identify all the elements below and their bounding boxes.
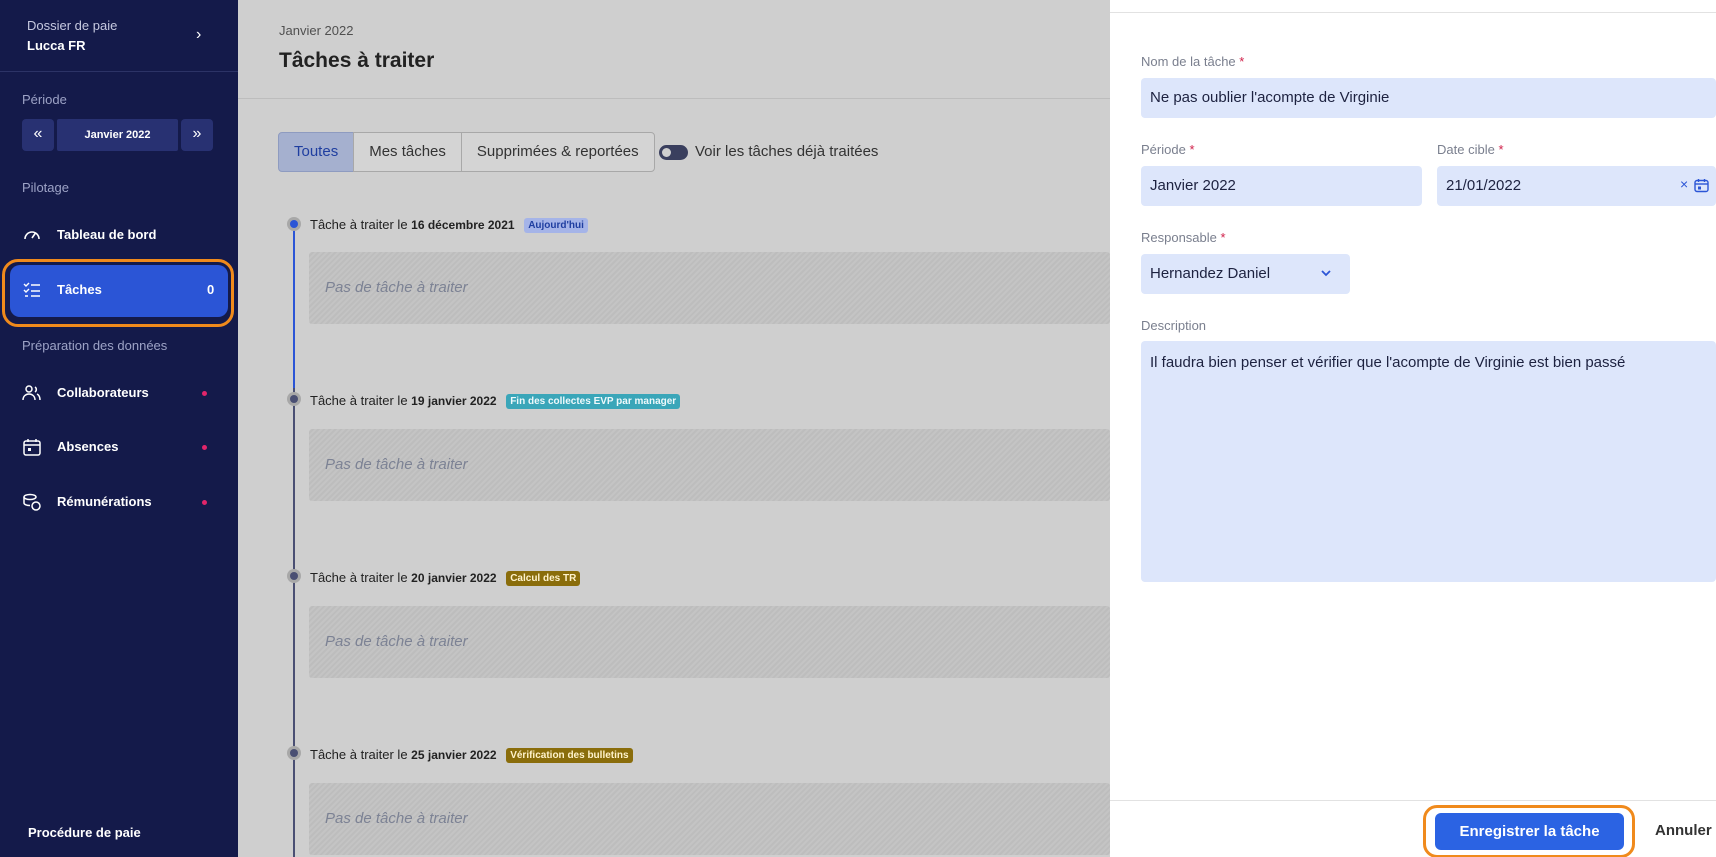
dossier-selector[interactable]: Dossier de paie Lucca FR › [0, 0, 238, 72]
empty-state-text: Pas de tâche à traiter [325, 456, 468, 473]
filter-tabs: Toutes Mes tâches Supprimées & reportées [278, 132, 655, 172]
task-name-label: Nom de la tâche * [1141, 54, 1245, 69]
timeline-dot [287, 392, 301, 406]
period-value: Janvier 2022 [1150, 177, 1236, 194]
page-title: Tâches à traiter [279, 49, 435, 72]
double-chevron-right-icon[interactable]: » [181, 119, 213, 151]
owner-value: Hernandez Daniel [1150, 265, 1271, 282]
dossier-name: Lucca FR [27, 38, 86, 53]
show-done-toggle[interactable] [659, 145, 688, 160]
timeline-date: 16 décembre 2021 [411, 218, 515, 232]
status-badge: Aujourd'hui [524, 218, 588, 233]
target-date-label: Date cible * [1437, 142, 1504, 157]
save-task-button[interactable]: Enregistrer la tâche [1435, 813, 1624, 850]
close-icon[interactable]: × [1680, 176, 1688, 192]
tab-supprimees[interactable]: Supprimées & reportées [460, 132, 655, 172]
nav-label-remunerations: Rémunérations [57, 494, 152, 509]
task-name-value: Ne pas oublier l'acompte de Virginie [1150, 89, 1390, 106]
status-badge: Fin des collectes EVP par manager [506, 394, 681, 409]
tasks-highlight-ring [2, 259, 234, 327]
nav-label-dashboard: Tableau de bord [57, 227, 157, 242]
nav-item-dashboard[interactable]: Tableau de bord [10, 210, 228, 262]
double-chevron-left-icon[interactable]: « [22, 119, 54, 151]
empty-state-text: Pas de tâche à traiter [325, 633, 468, 650]
timeline-date: 25 janvier 2022 [411, 748, 497, 762]
calendar-icon [23, 439, 41, 456]
cancel-button[interactable]: Annuler [1655, 822, 1712, 839]
nav-item-remunerations[interactable]: Rémunérations [10, 477, 228, 529]
description-textarea[interactable]: Il faudra bien penser et vérifier que l'… [1141, 341, 1716, 582]
pilotage-section-label: Pilotage [22, 180, 69, 195]
task-edit-panel: Nom de la tâche * Ne pas oublier l'acomp… [1110, 0, 1716, 857]
list-item: Pas de tâche à traiter [309, 252, 1110, 324]
timeline-dot [287, 746, 301, 760]
list-item: Pas de tâche à traiter [309, 429, 1110, 501]
list-item: Pas de tâche à traiter [309, 783, 1110, 855]
chevron-down-icon [1321, 270, 1331, 277]
period-selector: « Janvier 2022 » [22, 119, 213, 151]
timeline-header: Tâche à traiter le 19 janvier 2022 Fin d… [310, 393, 681, 409]
description-label: Description [1141, 318, 1207, 333]
chevron-right-icon[interactable]: › [196, 26, 201, 44]
nav-item-collaborateurs[interactable]: Collaborateurs [10, 368, 228, 420]
calendar-icon[interactable] [1694, 178, 1709, 193]
page-subtitle: Janvier 2022 [279, 23, 354, 38]
preparation-section-label: Préparation des données [22, 338, 168, 353]
periode-section-label: Période [22, 92, 67, 107]
timeline-header: Tâche à traiter le 20 janvier 2022 Calcu… [310, 570, 581, 586]
timeline-dot [287, 217, 301, 231]
empty-state-text: Pas de tâche à traiter [325, 279, 468, 296]
panel-top-border [1110, 0, 1716, 13]
nav-label-absences: Absences [57, 439, 119, 454]
owner-select[interactable]: Hernandez Daniel [1141, 254, 1350, 294]
target-date-value: 21/01/2022 [1446, 177, 1522, 194]
timeline-prefix: Tâche à traiter le [310, 393, 408, 408]
notification-dot [202, 391, 207, 396]
notification-dot [202, 500, 207, 505]
owner-label: Responsable * [1141, 230, 1226, 245]
description-value: Il faudra bien penser et vérifier que l'… [1150, 354, 1626, 371]
timeline-date: 19 janvier 2022 [411, 394, 497, 408]
task-name-input[interactable]: Ne pas oublier l'acompte de Virginie [1141, 78, 1716, 118]
nav-item-absences[interactable]: Absences [10, 422, 228, 474]
list-item: Pas de tâche à traiter [309, 606, 1110, 678]
nav-label-collaborateurs: Collaborateurs [57, 385, 149, 400]
timeline-prefix: Tâche à traiter le [310, 570, 408, 585]
target-date-input[interactable]: 21/01/2022 × [1437, 166, 1716, 206]
page-header: Janvier 2022 Tâches à traiter [238, 0, 1110, 99]
timeline-prefix: Tâche à traiter le [310, 217, 408, 232]
tab-mes-taches[interactable]: Mes tâches [353, 132, 462, 172]
status-badge: Vérification des bulletins [506, 748, 633, 763]
sidebar: Dossier de paie Lucca FR › Période « Jan… [0, 0, 238, 857]
notification-dot [202, 445, 207, 450]
timeline-line-active [293, 228, 295, 388]
timeline-dot [287, 569, 301, 583]
timeline-date: 20 janvier 2022 [411, 571, 497, 585]
procedure-link[interactable]: Procédure de paie [28, 825, 141, 840]
panel-footer: Enregistrer la tâche Annuler [1110, 800, 1716, 857]
main-content: Janvier 2022 Tâches à traiter Toutes Mes… [238, 0, 1110, 857]
timeline-prefix: Tâche à traiter le [310, 747, 408, 762]
show-done-label: Voir les tâches déjà traitées [695, 143, 879, 160]
users-icon [22, 385, 41, 401]
coins-icon [23, 493, 41, 511]
status-badge: Calcul des TR [506, 571, 581, 586]
timeline-header: Tâche à traiter le 16 décembre 2021 Aujo… [310, 217, 588, 233]
period-value[interactable]: Janvier 2022 [57, 119, 178, 151]
period-input[interactable]: Janvier 2022 [1141, 166, 1422, 206]
period-label: Période * [1141, 142, 1195, 157]
timeline-header: Tâche à traiter le 25 janvier 2022 Vérif… [310, 747, 633, 763]
empty-state-text: Pas de tâche à traiter [325, 810, 468, 827]
dossier-label: Dossier de paie [27, 18, 118, 33]
tab-toutes[interactable]: Toutes [278, 132, 355, 172]
gauge-icon [24, 231, 40, 240]
